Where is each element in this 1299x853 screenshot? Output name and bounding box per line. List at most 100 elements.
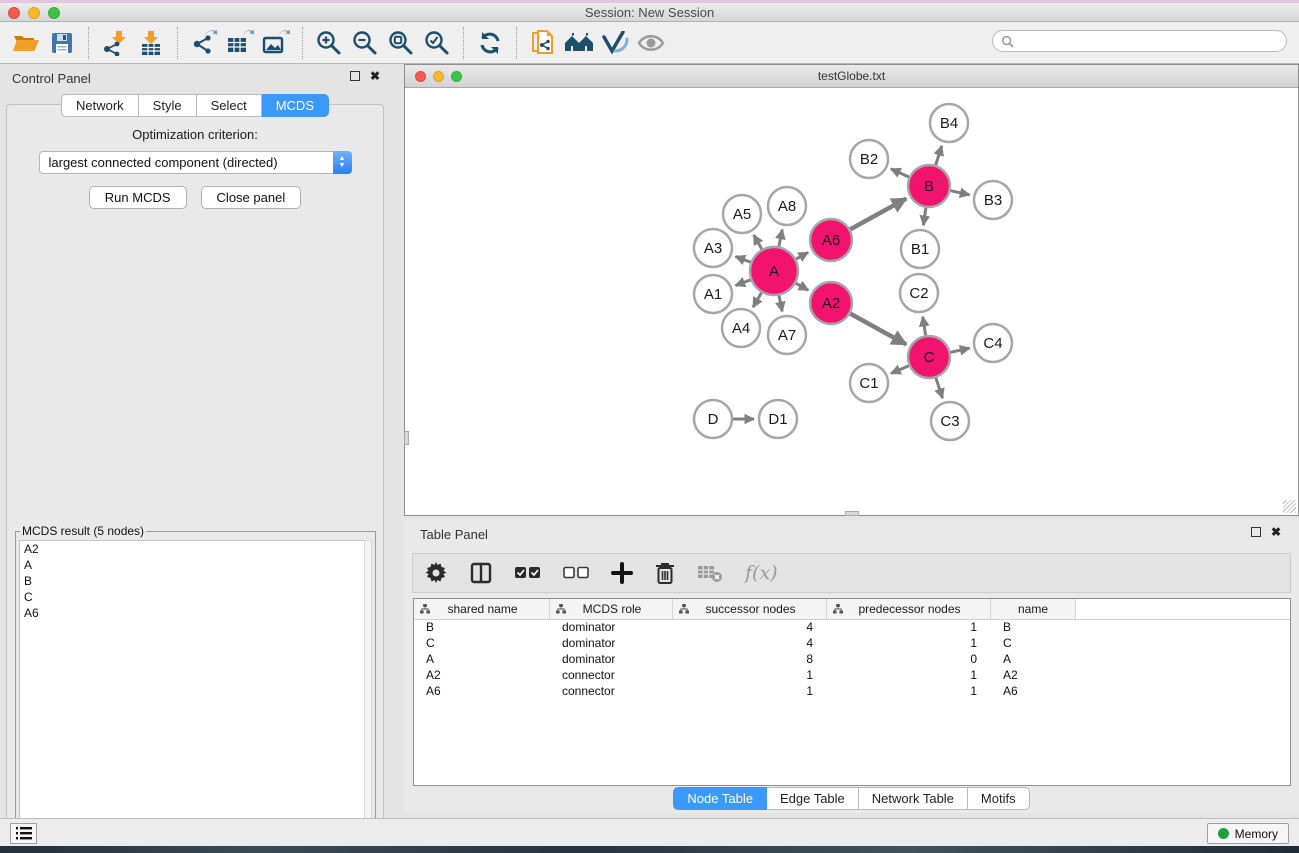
cell-predecessor-nodes[interactable]: 1 [827, 668, 991, 684]
toggle-graphics-details-button[interactable] [597, 26, 633, 60]
graph-node-C1[interactable]: C1 [850, 364, 888, 402]
graph-node-A5[interactable]: A5 [723, 195, 761, 233]
tab-style[interactable]: Style [139, 94, 197, 117]
cell-name[interactable]: A [991, 652, 1076, 668]
column-header-predecessor-nodes[interactable]: predecessor nodes [827, 599, 991, 619]
tab-network[interactable]: Network [61, 94, 139, 117]
edge-B-B3[interactable] [950, 191, 969, 195]
tab-network-table[interactable]: Network Table [859, 787, 968, 810]
cell-mcds-role[interactable]: dominator [550, 636, 673, 652]
open-file-button[interactable] [8, 26, 44, 60]
edge-A-A6[interactable] [796, 252, 808, 259]
search-field[interactable] [992, 30, 1287, 52]
edge-A-A2[interactable] [796, 283, 809, 290]
edge-A6-B[interactable] [850, 199, 906, 230]
refresh-button[interactable] [472, 26, 508, 60]
mcds-result-list[interactable]: A2ABCA6 [19, 540, 366, 853]
edge-C-C3[interactable] [936, 378, 943, 398]
tab-node-table[interactable]: Node Table [673, 787, 767, 810]
table-settings-button[interactable] [425, 558, 447, 588]
tab-edge-table[interactable]: Edge Table [767, 787, 859, 810]
cell-successor-nodes[interactable]: 8 [673, 652, 827, 668]
export-image-button[interactable] [258, 26, 294, 60]
graph-node-A3[interactable]: A3 [694, 229, 732, 267]
cell-successor-nodes[interactable]: 4 [673, 620, 827, 636]
resize-grip-icon[interactable] [1283, 500, 1296, 513]
cell-name[interactable]: A6 [991, 684, 1076, 700]
graph-node-A6[interactable]: A6 [810, 219, 852, 261]
import-network-button[interactable] [97, 26, 133, 60]
table-row[interactable]: A2connector11A2 [414, 668, 1290, 684]
copy-network-button[interactable] [525, 26, 561, 60]
export-table-button[interactable] [222, 26, 258, 60]
result-item[interactable]: A [20, 557, 365, 573]
task-history-button[interactable] [10, 823, 37, 844]
splitter-handle[interactable] [404, 431, 409, 445]
close-table-panel-icon[interactable]: ✖ [1271, 527, 1281, 537]
edge-C-C2[interactable] [923, 317, 926, 336]
delete-row-button[interactable] [655, 558, 675, 588]
close-panel-button[interactable]: Close panel [201, 186, 302, 209]
edge-A-A5[interactable] [754, 235, 762, 249]
network-window-titlebar[interactable]: testGlobe.txt [405, 65, 1298, 88]
graph-node-B2[interactable]: B2 [850, 140, 888, 178]
close-panel-icon[interactable]: ✖ [370, 71, 380, 81]
float-panel-icon[interactable] [350, 71, 360, 81]
splitter-handle[interactable] [845, 511, 859, 516]
column-header-mcds-role[interactable]: MCDS role [550, 599, 673, 619]
graph-node-A4[interactable]: A4 [722, 309, 760, 347]
cell-name[interactable]: B [991, 620, 1076, 636]
graph-node-C3[interactable]: C3 [931, 402, 969, 440]
result-item[interactable]: A2 [20, 541, 365, 557]
column-header-successor-nodes[interactable]: successor nodes [673, 599, 827, 619]
table-row[interactable]: Bdominator41B [414, 620, 1290, 636]
table-row[interactable]: Adominator80A [414, 652, 1290, 668]
cell-predecessor-nodes[interactable]: 1 [827, 636, 991, 652]
cell-name[interactable]: A2 [991, 668, 1076, 684]
column-header-name[interactable]: name [991, 599, 1076, 619]
edge-C-C1[interactable] [891, 366, 909, 374]
edge-B-B2[interactable] [891, 169, 909, 177]
edge-A2-C[interactable] [850, 314, 906, 345]
edge-B-B4[interactable] [936, 146, 942, 165]
float-table-panel-icon[interactable] [1251, 527, 1261, 537]
graph-node-A8[interactable]: A8 [768, 187, 806, 225]
tab-motifs[interactable]: Motifs [968, 787, 1030, 810]
table-row[interactable]: A6connector11A6 [414, 684, 1290, 700]
zoom-in-button[interactable] [311, 26, 347, 60]
edge-B-B1[interactable] [923, 208, 925, 225]
select-all-rows-button[interactable] [515, 558, 541, 588]
graph-node-C[interactable]: C [908, 336, 950, 378]
save-session-button[interactable] [44, 26, 80, 60]
result-item[interactable]: A6 [20, 605, 365, 621]
tab-mcds[interactable]: MCDS [262, 94, 329, 117]
search-input[interactable] [1014, 32, 1286, 50]
cell-shared-name[interactable]: A [414, 652, 550, 668]
zoom-selected-button[interactable] [419, 26, 455, 60]
graph-node-A2[interactable]: A2 [810, 282, 852, 324]
edge-C-C4[interactable] [950, 348, 969, 352]
cell-shared-name[interactable]: B [414, 620, 550, 636]
cell-shared-name[interactable]: A2 [414, 668, 550, 684]
cell-successor-nodes[interactable]: 4 [673, 636, 827, 652]
cell-predecessor-nodes[interactable]: 1 [827, 684, 991, 700]
cell-successor-nodes[interactable]: 1 [673, 668, 827, 684]
cell-mcds-role[interactable]: connector [550, 668, 673, 684]
deselect-all-rows-button[interactable] [563, 558, 589, 588]
graph-node-A7[interactable]: A7 [768, 316, 806, 354]
graph-node-B3[interactable]: B3 [974, 181, 1012, 219]
graph-node-D1[interactable]: D1 [759, 400, 797, 438]
graph-node-D[interactable]: D [694, 400, 732, 438]
edge-A-A1[interactable] [735, 280, 750, 286]
cell-mcds-role[interactable]: connector [550, 684, 673, 700]
graph-node-B4[interactable]: B4 [930, 104, 968, 142]
home-view-button[interactable] [561, 26, 597, 60]
network-canvas[interactable]: B4B2BB3A5A8A6B1A3AC2A1A2A4A7C4CC1C3DD1 [407, 90, 1296, 514]
graph-node-B1[interactable]: B1 [901, 230, 939, 268]
function-builder-button[interactable]: f(x) [745, 558, 778, 588]
graph-node-C4[interactable]: C4 [974, 324, 1012, 362]
result-item[interactable]: B [20, 573, 365, 589]
graph-node-A1[interactable]: A1 [694, 275, 732, 313]
cell-mcds-role[interactable]: dominator [550, 652, 673, 668]
memory-button[interactable]: Memory [1207, 823, 1289, 844]
